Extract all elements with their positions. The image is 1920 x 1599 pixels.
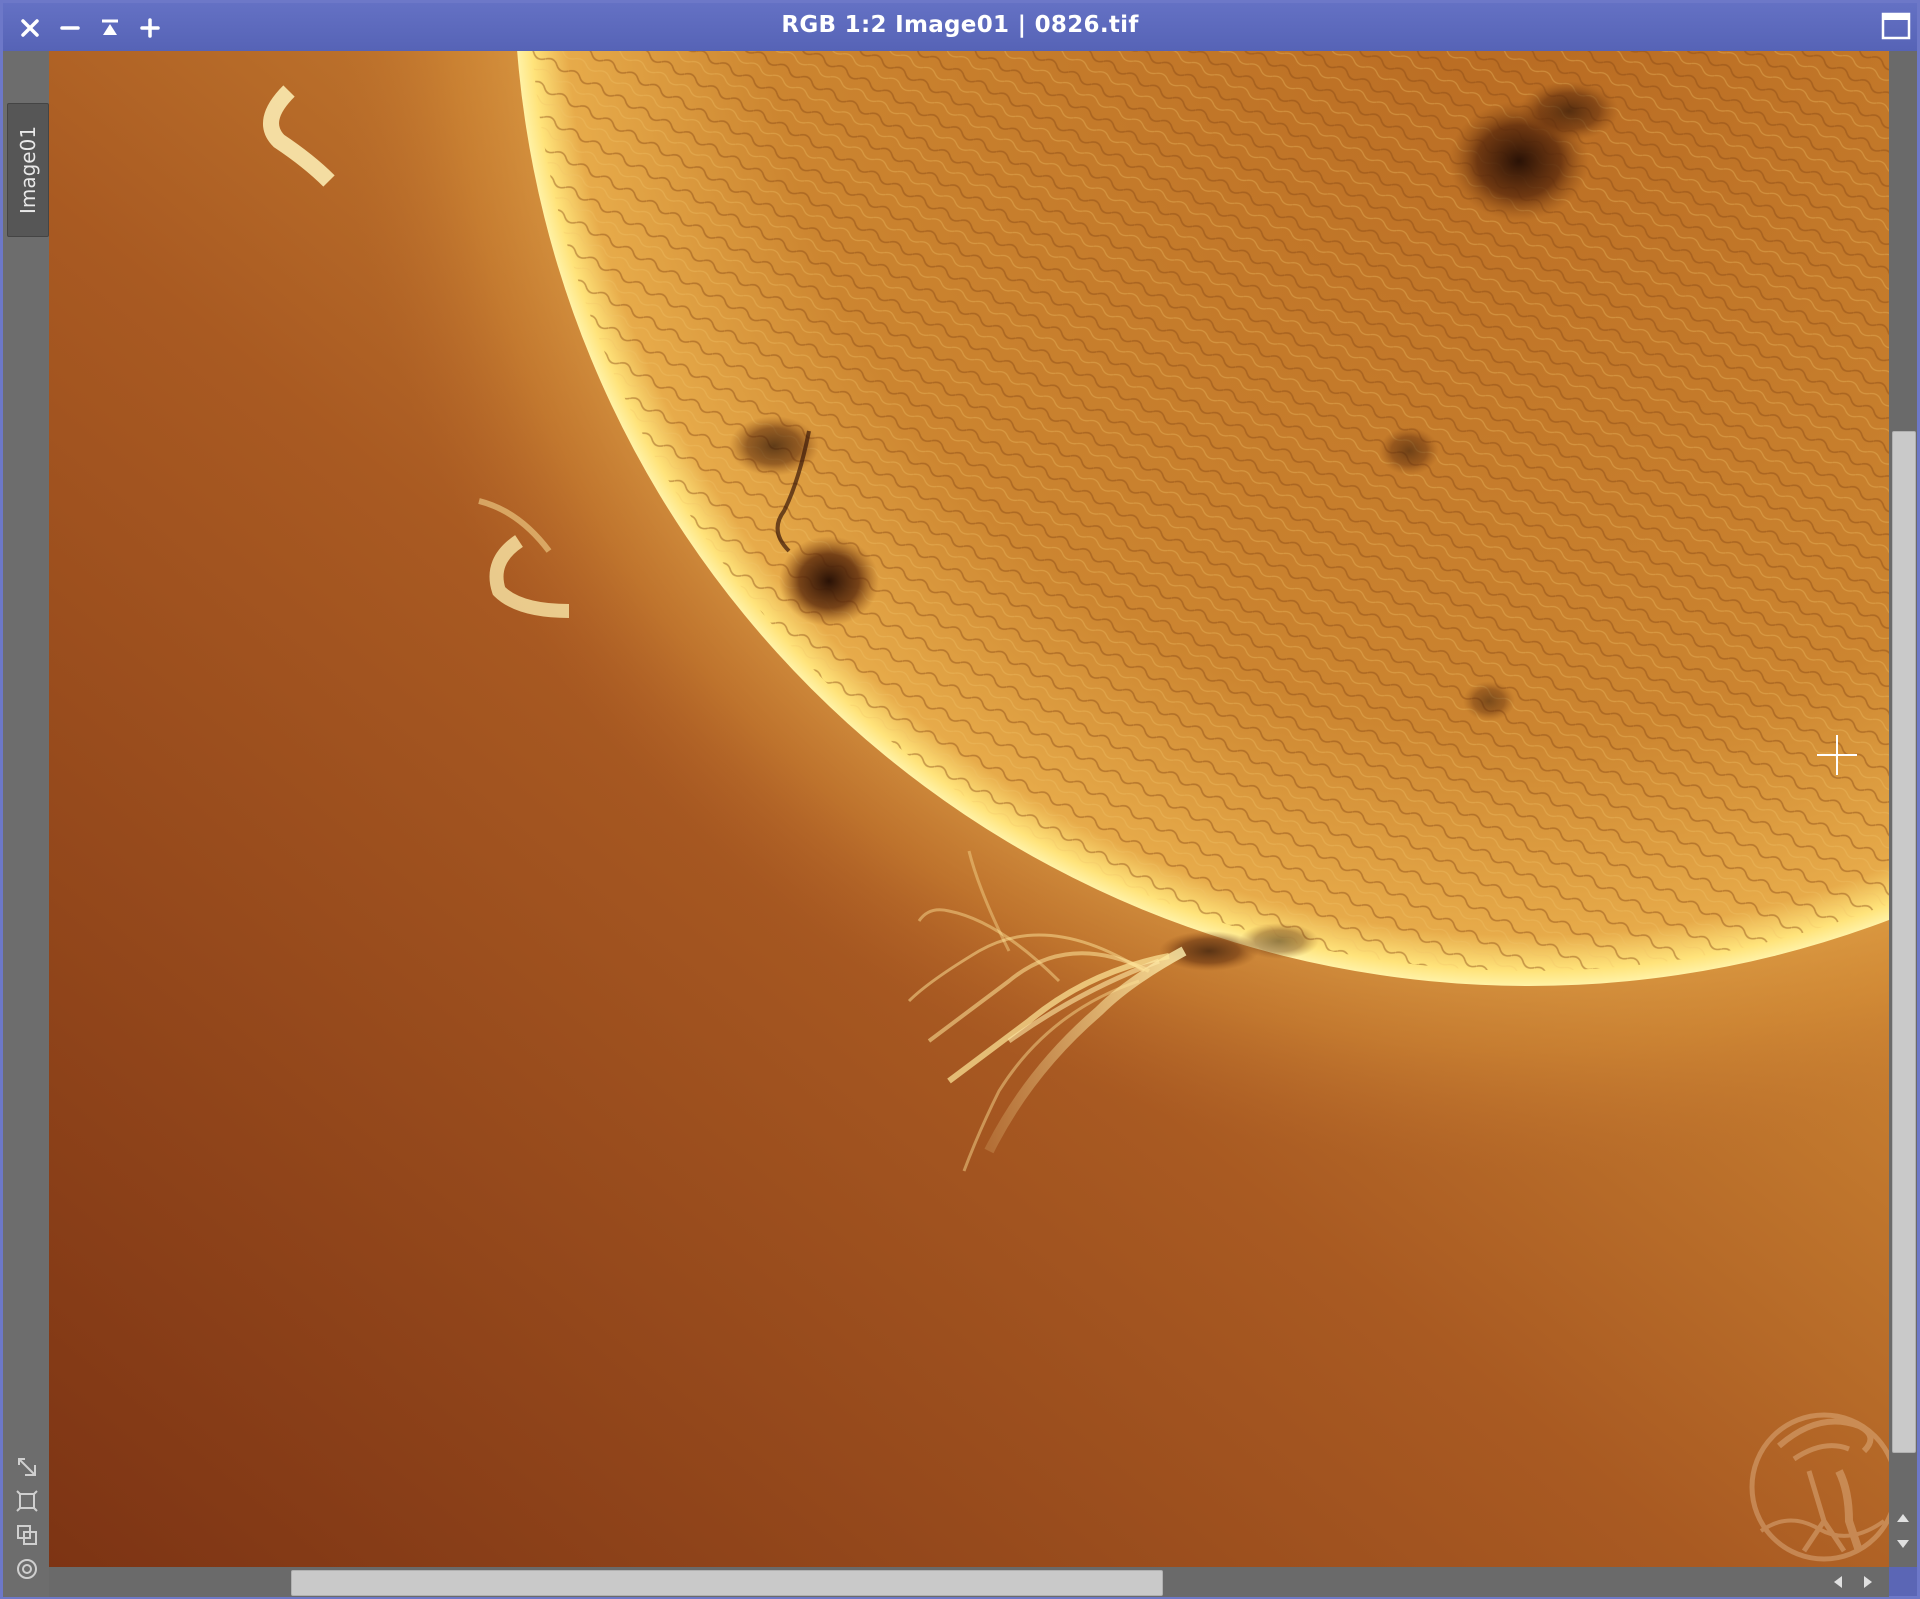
title-bar[interactable]: RGB 1:2 Image01 | 0826.tif — [3, 3, 1917, 51]
image-identifier-tab[interactable]: Image01 — [7, 103, 49, 237]
scroll-right-icon[interactable] — [1859, 1573, 1877, 1591]
vertical-scroll-thumb[interactable] — [1892, 431, 1916, 1453]
image-viewport[interactable] — [49, 51, 1889, 1567]
fit-view-icon[interactable] — [15, 1489, 39, 1513]
fullscreen-button[interactable] — [1881, 12, 1913, 42]
target-icon[interactable] — [15, 1557, 39, 1581]
image-window: RGB 1:2 Image01 | 0826.tif Image01 — [0, 0, 1920, 1599]
resize-icon[interactable] — [15, 1455, 39, 1479]
horizontal-scroll-thumb[interactable] — [291, 1570, 1163, 1596]
solar-image — [49, 51, 1889, 1567]
scroll-up-icon[interactable] — [1894, 1509, 1912, 1527]
maximize-window-icon — [1881, 12, 1911, 40]
clone-view-icon[interactable] — [15, 1523, 39, 1547]
scroll-down-icon[interactable] — [1894, 1535, 1912, 1553]
image-identifier-label: Image01 — [16, 125, 40, 215]
vertical-scrollbar[interactable] — [1889, 51, 1917, 1567]
horizontal-scrollbar[interactable] — [49, 1567, 1889, 1597]
scroll-left-icon[interactable] — [1829, 1573, 1847, 1591]
window-title: RGB 1:2 Image01 | 0826.tif — [781, 12, 1139, 38]
view-side-panel: Image01 — [3, 51, 49, 1597]
